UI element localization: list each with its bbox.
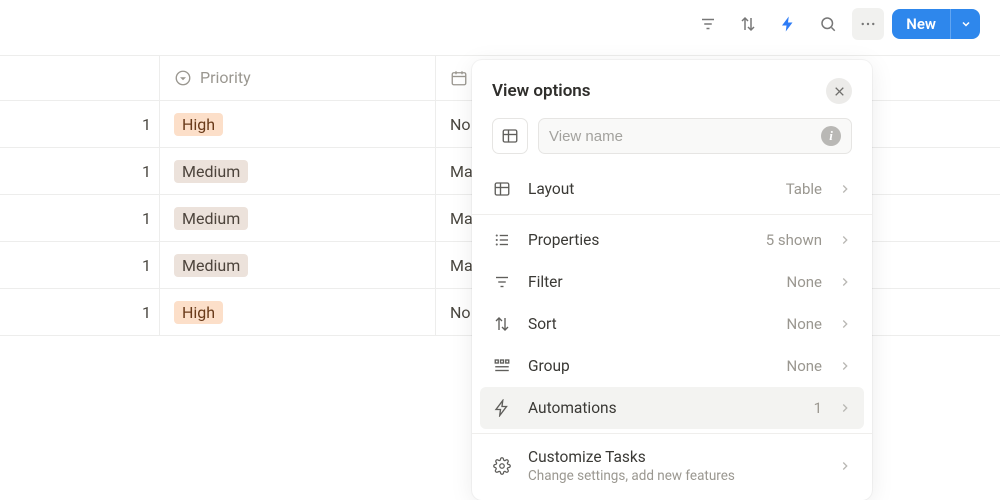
row-label: Sort bbox=[528, 315, 771, 333]
info-icon[interactable]: i bbox=[821, 126, 841, 146]
priority-pill: Medium bbox=[174, 254, 248, 277]
bolt-icon bbox=[492, 399, 512, 417]
separator bbox=[472, 433, 872, 434]
row-label: Group bbox=[528, 357, 771, 375]
group-icon bbox=[492, 357, 512, 375]
row-value: 5 shown bbox=[766, 231, 822, 249]
view-name-row: i bbox=[472, 118, 872, 168]
dropdown-circle-icon bbox=[174, 69, 192, 87]
customize-subtitle: Change settings, add new features bbox=[528, 468, 735, 484]
table-header-label: Priority bbox=[200, 68, 251, 87]
table-header-priority[interactable]: Priority bbox=[160, 55, 436, 101]
cell-colA: 1 bbox=[0, 289, 160, 335]
chevron-right-icon bbox=[838, 275, 852, 289]
row-value: None bbox=[787, 315, 823, 333]
close-button[interactable] bbox=[826, 78, 852, 104]
panel-title: View options bbox=[492, 81, 591, 101]
chevron-right-icon bbox=[838, 317, 852, 331]
row-value: Table bbox=[786, 180, 822, 198]
priority-pill: Medium bbox=[174, 207, 248, 230]
filter-row[interactable]: Filter None bbox=[472, 261, 872, 303]
chevron-right-icon bbox=[838, 401, 852, 415]
chevron-right-icon bbox=[838, 359, 852, 373]
cell-priority: High bbox=[160, 101, 436, 147]
separator bbox=[472, 214, 872, 215]
sort-icon bbox=[492, 315, 512, 333]
automations-row[interactable]: Automations 1 bbox=[480, 387, 864, 429]
toolbar: New bbox=[692, 8, 980, 40]
chevron-right-icon bbox=[838, 459, 852, 473]
view-options-panel: View options i Layout Table Properties 5… bbox=[472, 60, 872, 500]
cell-priority: Medium bbox=[160, 195, 436, 241]
group-row[interactable]: Group None bbox=[472, 345, 872, 387]
row-label: Layout bbox=[528, 180, 770, 198]
cell-colA: 1 bbox=[0, 242, 160, 288]
gear-icon bbox=[492, 457, 512, 475]
row-label: Filter bbox=[528, 273, 771, 291]
sort-row[interactable]: Sort None bbox=[472, 303, 872, 345]
layout-row[interactable]: Layout Table bbox=[472, 168, 872, 210]
calendar-icon bbox=[450, 69, 468, 87]
row-label: Properties bbox=[528, 231, 750, 249]
row-value: None bbox=[787, 273, 823, 291]
sort-toolbar-icon[interactable] bbox=[732, 8, 764, 40]
priority-pill: High bbox=[174, 113, 223, 136]
view-type-icon-button[interactable] bbox=[492, 118, 528, 154]
priority-pill: High bbox=[174, 301, 223, 324]
automations-toolbar-icon[interactable] bbox=[772, 8, 804, 40]
priority-pill: Medium bbox=[174, 160, 248, 183]
cell-priority: High bbox=[160, 289, 436, 335]
customize-title: Customize Tasks bbox=[528, 448, 735, 466]
search-toolbar-icon[interactable] bbox=[812, 8, 844, 40]
cell-colA: 1 bbox=[0, 101, 160, 147]
filter-icon bbox=[492, 273, 512, 291]
row-value: 1 bbox=[814, 399, 822, 417]
table-header-col-a[interactable] bbox=[0, 55, 160, 101]
customize-tasks-row[interactable]: Customize Tasks Change settings, add new… bbox=[472, 438, 872, 494]
cell-priority: Medium bbox=[160, 242, 436, 288]
new-dropdown-button[interactable] bbox=[950, 9, 980, 39]
chevron-right-icon bbox=[838, 233, 852, 247]
new-button-group: New bbox=[892, 9, 980, 39]
panel-header: View options bbox=[472, 60, 872, 118]
view-name-input-wrapper: i bbox=[538, 118, 852, 154]
filter-toolbar-icon[interactable] bbox=[692, 8, 724, 40]
view-name-input[interactable] bbox=[549, 128, 813, 145]
table-icon bbox=[501, 127, 519, 145]
row-value: None bbox=[787, 357, 823, 375]
cell-priority: Medium bbox=[160, 148, 436, 194]
cell-colA: 1 bbox=[0, 195, 160, 241]
cell-colA: 1 bbox=[0, 148, 160, 194]
more-toolbar-button[interactable] bbox=[852, 8, 884, 40]
chevron-right-icon bbox=[838, 182, 852, 196]
customize-text: Customize Tasks Change settings, add new… bbox=[528, 448, 735, 484]
new-button[interactable]: New bbox=[892, 9, 950, 39]
table-icon bbox=[492, 180, 512, 198]
list-icon bbox=[492, 231, 512, 249]
properties-row[interactable]: Properties 5 shown bbox=[472, 219, 872, 261]
row-label: Automations bbox=[528, 399, 798, 417]
